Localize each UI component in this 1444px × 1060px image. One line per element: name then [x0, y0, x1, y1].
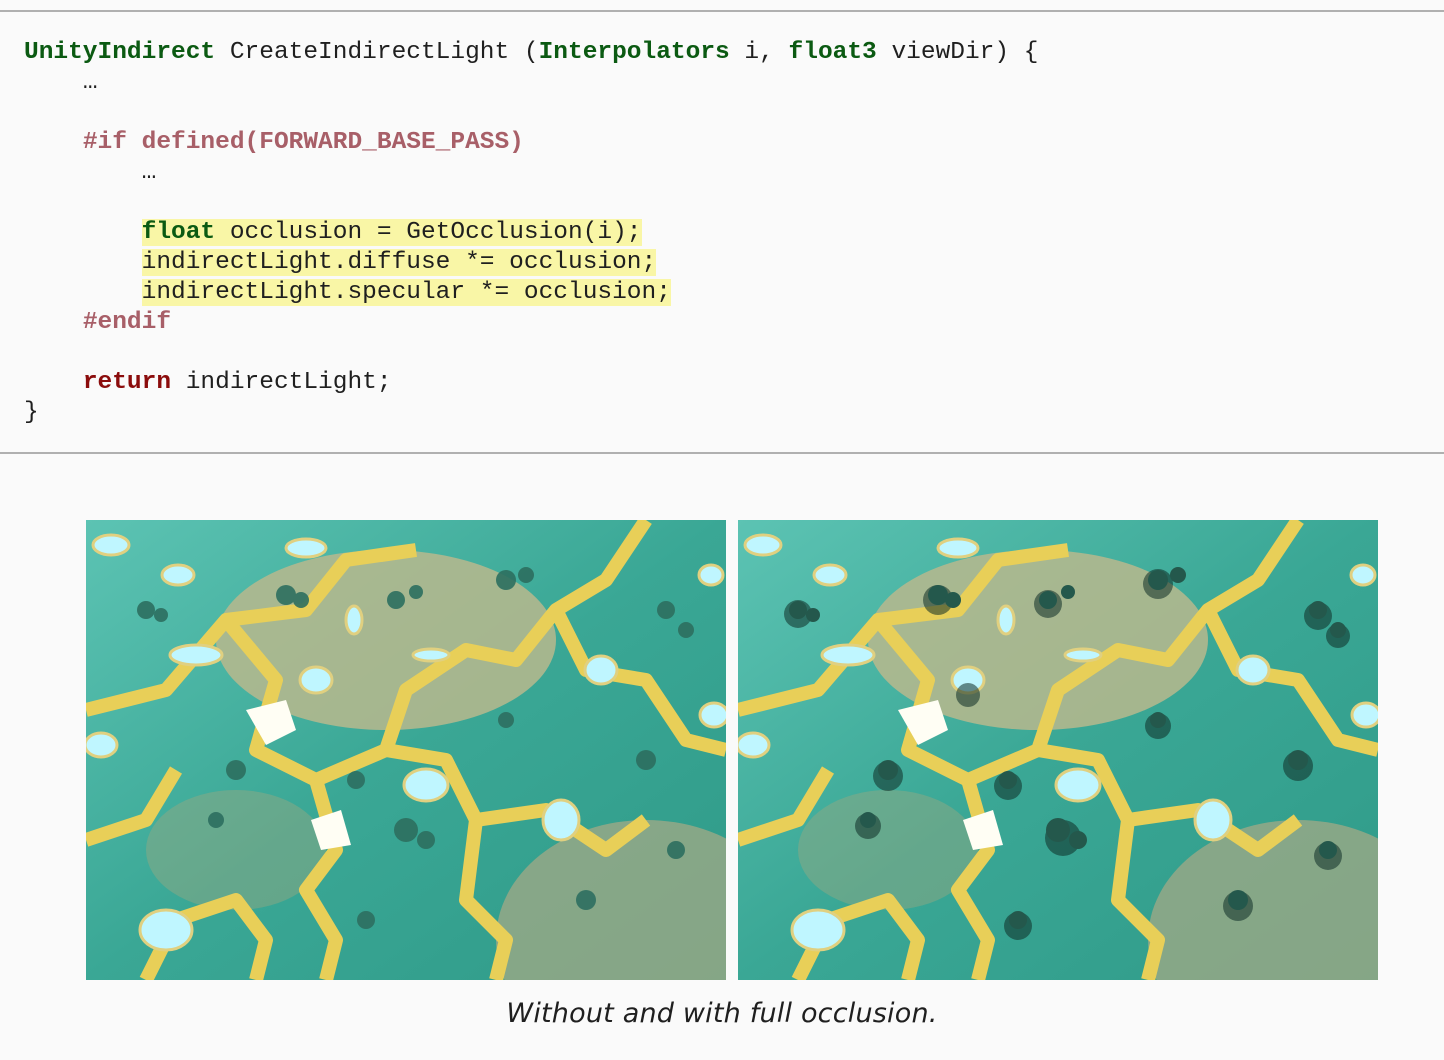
code-return-value: indirectLight;: [171, 369, 392, 396]
code-line-8: indirectLight.diffuse *= occlusion;: [24, 248, 1039, 278]
code-param2-type: float3: [788, 39, 877, 66]
code-line-1: UnityIndirect CreateIndirectLight (Inter…: [24, 38, 1039, 68]
code-return-keyword: return: [82, 369, 172, 396]
code-highlight-diffuse: indirectLight.diffuse *= occlusion;: [141, 249, 657, 276]
code-preprocessor-endif: #endif: [82, 309, 172, 336]
code-line-4: #if defined(FORWARD_BASE_PASS): [24, 128, 1039, 158]
code-ellipsis: …: [82, 69, 98, 96]
code-line-9: indirectLight.specular *= occlusion;: [24, 278, 1039, 308]
code-return-type: UnityIndirect: [24, 39, 216, 66]
code-ellipsis: …: [141, 159, 157, 186]
code-function-name: CreateIndirectLight (: [215, 39, 539, 66]
code-occlusion-decl: occlusion = GetOcclusion(i);: [215, 219, 642, 246]
code-closing-brace: }: [24, 399, 39, 426]
code-param-type: Interpolators: [538, 39, 730, 66]
code-highlight: float occlusion = GetOcclusion(i);: [141, 219, 642, 246]
code-line-10: #endif: [24, 308, 1039, 338]
code-line-12: return indirectLight;: [24, 368, 1039, 398]
code-line-5: …: [24, 158, 1039, 188]
code-param-name: i,: [729, 39, 789, 66]
code-signature-tail: viewDir) {: [876, 39, 1039, 66]
code-preprocessor-if: #if defined(FORWARD_BASE_PASS): [82, 129, 524, 156]
figure-caption: Without and with full occlusion.: [506, 998, 938, 1029]
terrain-render-image: [738, 520, 1378, 980]
render-with-full-occlusion: [738, 520, 1378, 980]
code-line-13: }: [24, 398, 1039, 428]
code-line-7: float occlusion = GetOcclusion(i);: [24, 218, 1039, 248]
code-highlight-specular: indirectLight.specular *= occlusion;: [141, 279, 671, 306]
code-line-2: …: [24, 68, 1039, 98]
code-listing: UnityIndirect CreateIndirectLight (Inter…: [24, 38, 1039, 428]
render-without-occlusion: [86, 520, 726, 980]
code-block: UnityIndirect CreateIndirectLight (Inter…: [0, 10, 1444, 454]
terrain-render-image: [86, 520, 726, 980]
code-type-keyword: float: [141, 219, 216, 246]
comparison-figure: [86, 520, 1378, 980]
